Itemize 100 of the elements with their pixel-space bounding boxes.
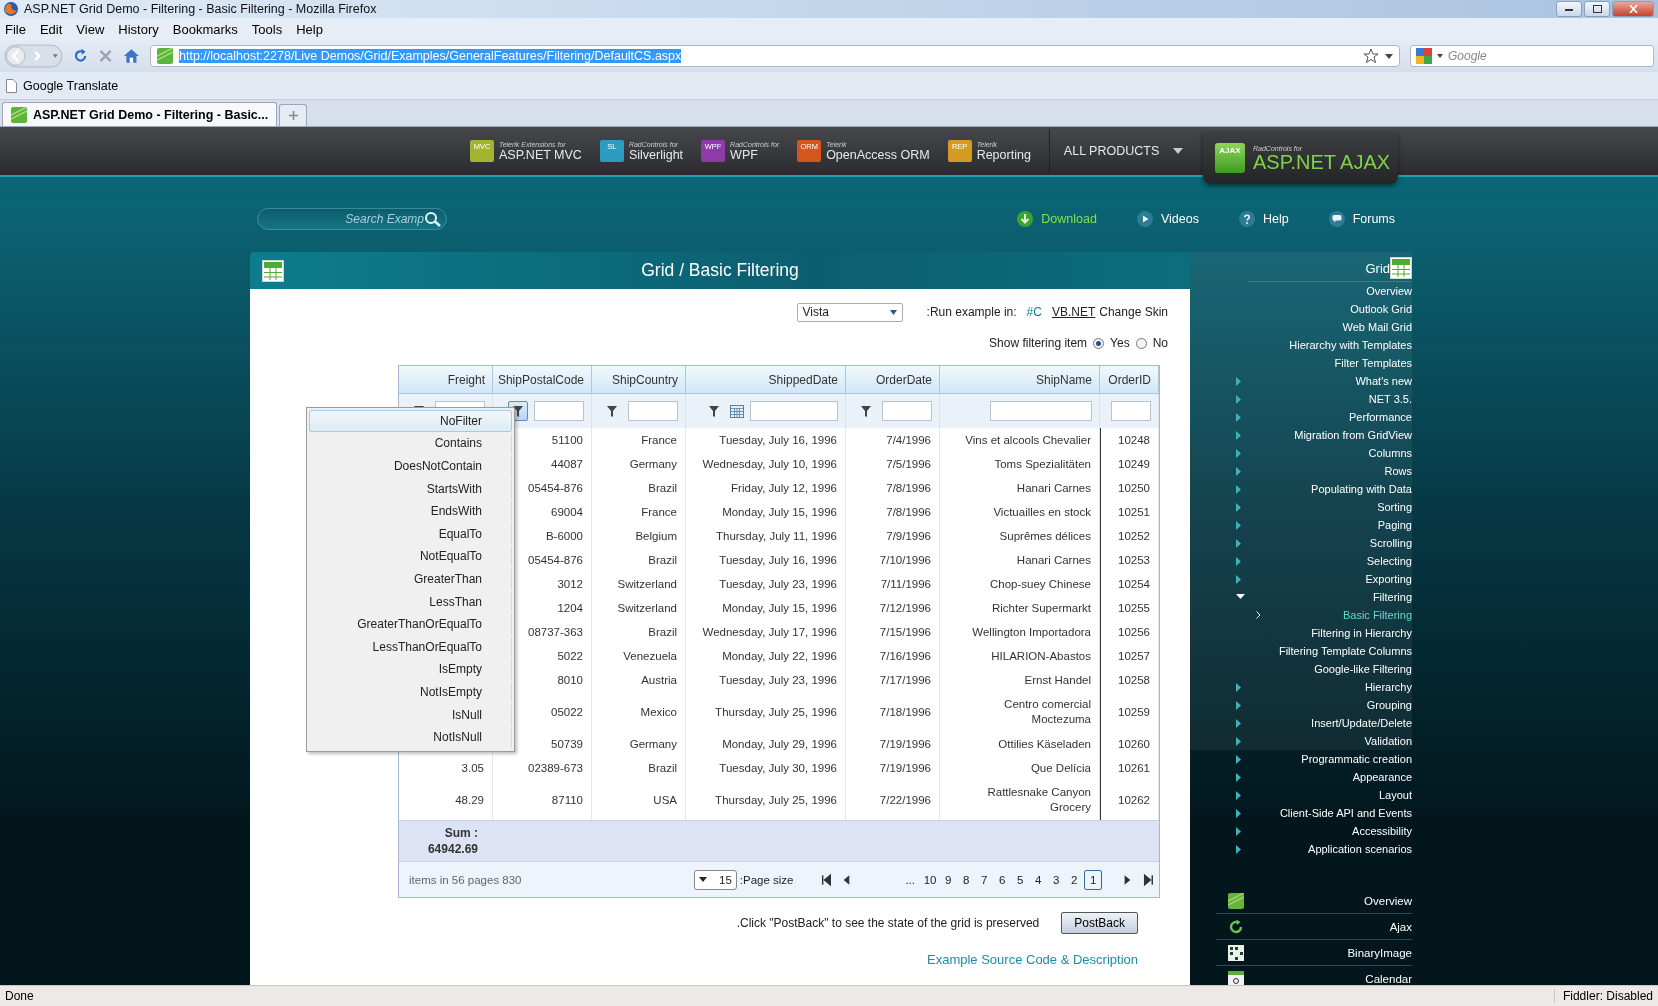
menu-item[interactable]: NotIsEmpty — [309, 681, 512, 703]
product-link[interactable]: ASP.NET MVC — [499, 147, 582, 162]
menu-item[interactable]: GreaterThanOrEqualTo — [309, 613, 512, 635]
nav-link[interactable]: Forums — [1352, 212, 1395, 226]
dropdown-caret-icon[interactable] — [1385, 53, 1393, 59]
column-header[interactable]: ShipPostalCode — [493, 366, 592, 394]
page-number[interactable]: 10 — [921, 870, 939, 889]
page-number[interactable]: 7 — [976, 870, 993, 889]
menu-item[interactable]: File — [4, 21, 27, 37]
expand-arrow-icon[interactable] — [1236, 808, 1242, 818]
search-field[interactable]: Search Examp — [257, 208, 447, 230]
calendar-icon[interactable] — [730, 404, 744, 418]
menu-item[interactable]: IsNull — [309, 703, 512, 726]
page-number[interactable]: 6 — [994, 870, 1011, 889]
radio-button[interactable] — [1093, 337, 1105, 349]
caret-icon[interactable] — [1173, 148, 1184, 154]
nav-link[interactable]: Web Mail Grid — [1342, 321, 1412, 333]
expand-arrow-icon[interactable] — [1236, 844, 1242, 854]
expand-arrow-icon[interactable] — [1236, 682, 1242, 692]
expand-arrow-icon[interactable] — [1236, 412, 1242, 422]
expand-arrow-icon[interactable] — [1236, 772, 1242, 782]
page-number[interactable]: 3 — [1048, 870, 1065, 889]
expand-arrow-icon[interactable] — [1236, 574, 1242, 584]
source-link[interactable]: Example Source Code & Description — [927, 952, 1138, 967]
menu-item[interactable]: EndsWith — [309, 500, 512, 522]
expand-arrow-icon[interactable] — [1236, 718, 1242, 728]
nav-link[interactable]: Performance — [1349, 411, 1412, 423]
expand-arrow-icon[interactable] — [1236, 394, 1242, 404]
product-link[interactable]: Silverlight — [628, 147, 684, 162]
nav-link[interactable]: Help — [1262, 212, 1289, 226]
search-input[interactable]: Google — [1448, 49, 1648, 63]
menu-item[interactable]: NoFilter — [309, 410, 512, 432]
menu-item[interactable]: LessThan — [309, 590, 512, 613]
expand-arrow-icon[interactable] — [1236, 556, 1242, 566]
pager-ellipsis[interactable]: ... — [905, 873, 915, 886]
expand-arrow-icon[interactable] — [1236, 376, 1242, 386]
expand-arrow-icon[interactable] — [1236, 790, 1242, 800]
expand-arrow-icon[interactable] — [1236, 430, 1242, 440]
nav-link[interactable]: Client-Side API and Events — [1279, 807, 1412, 819]
maximize-button[interactable] — [1584, 1, 1610, 17]
browser-tab[interactable]: ASP.NET Grid Demo - Filtering - Basic... — [2, 102, 278, 126]
page-number[interactable]: 8 — [958, 870, 975, 889]
control-link[interactable]: BinaryImage — [1347, 946, 1412, 959]
nav-link[interactable]: Download — [1041, 212, 1097, 226]
menu-item[interactable]: DoesNotContain — [309, 455, 512, 477]
column-header[interactable]: ShippedDate — [686, 366, 846, 394]
language-link[interactable]: VB.NET — [1051, 305, 1096, 319]
nav-link[interactable]: Selecting — [1366, 555, 1412, 567]
search-field[interactable]: Google — [1410, 45, 1654, 67]
nav-link[interactable]: Hierarchy — [1364, 681, 1412, 693]
menu-item[interactable]: View — [75, 21, 106, 37]
control-link[interactable]: Overview — [1364, 894, 1412, 907]
menu-item[interactable]: NotIsNull — [309, 726, 512, 748]
collapse-arrow-icon[interactable] — [1236, 594, 1245, 600]
menu-item[interactable]: StartsWith — [309, 477, 512, 500]
reload-icon[interactable] — [72, 47, 89, 65]
nav-link[interactable]: Filtering in Hierarchy — [1311, 627, 1412, 639]
menu-item[interactable]: Contains — [309, 432, 512, 455]
column-header[interactable]: Freight — [399, 366, 493, 394]
column-header[interactable]: OrderDate — [846, 366, 940, 394]
radio-label[interactable]: Yes — [1110, 336, 1130, 350]
nav-link[interactable]: Hierarchy with Templates — [1289, 339, 1412, 351]
filter-field[interactable] — [750, 401, 838, 421]
nav-link[interactable]: Rows — [1384, 465, 1412, 477]
menu-item[interactable]: IsEmpty — [309, 658, 512, 681]
menu-item[interactable]: GreaterThan — [309, 568, 512, 590]
control-link[interactable]: Ajax — [1389, 920, 1412, 933]
filter-field[interactable] — [628, 401, 678, 421]
product-link[interactable]: Reporting — [976, 147, 1031, 162]
menu-item[interactable]: History — [117, 21, 160, 37]
menu-item[interactable]: LessThanOrEqualTo — [309, 635, 512, 658]
nav-link[interactable]: Layout — [1378, 789, 1412, 801]
nav-link[interactable]: Grouping — [1366, 699, 1412, 711]
dropdown-caret-icon[interactable] — [1437, 54, 1443, 58]
nav-link[interactable]: Scrolling — [1369, 537, 1412, 549]
filter-field[interactable] — [882, 401, 932, 421]
nav-link[interactable]: Populating with Data — [1311, 483, 1412, 495]
nav-link[interactable]: Filter Templates — [1334, 357, 1412, 369]
nav-link[interactable]: Appearance — [1352, 771, 1412, 783]
nav-link[interactable]: Overview — [1366, 285, 1412, 297]
menu-item[interactable]: Edit — [38, 21, 64, 37]
nav-link[interactable]: What's new — [1355, 375, 1412, 387]
skin-dropdown[interactable]: Vista — [796, 302, 903, 322]
expand-arrow-icon[interactable] — [1236, 736, 1242, 746]
filter-field[interactable] — [1111, 401, 1151, 421]
control-link[interactable]: Calendar — [1365, 972, 1412, 985]
search-icon[interactable] — [424, 211, 442, 227]
menu-item[interactable]: NotEqualTo — [309, 545, 512, 568]
nav-link[interactable]: Migration from GridView — [1294, 429, 1412, 441]
expand-arrow-icon[interactable] — [1236, 538, 1242, 548]
nav-link[interactable]: Application scenarios — [1308, 843, 1412, 855]
product-link[interactable]: OpenAccess ORM — [826, 147, 930, 162]
nav-link[interactable]: Programmatic creation — [1301, 753, 1412, 765]
nav-link[interactable]: Basic Filtering — [1342, 609, 1412, 621]
column-header[interactable]: OrderID — [1100, 366, 1159, 394]
expand-arrow-icon[interactable] — [1236, 484, 1242, 494]
page-number[interactable]: 4 — [1030, 870, 1047, 889]
expand-arrow-icon[interactable] — [1236, 700, 1242, 710]
nav-link[interactable]: Validation — [1364, 735, 1412, 747]
page-number[interactable]: 1 — [1084, 869, 1103, 890]
